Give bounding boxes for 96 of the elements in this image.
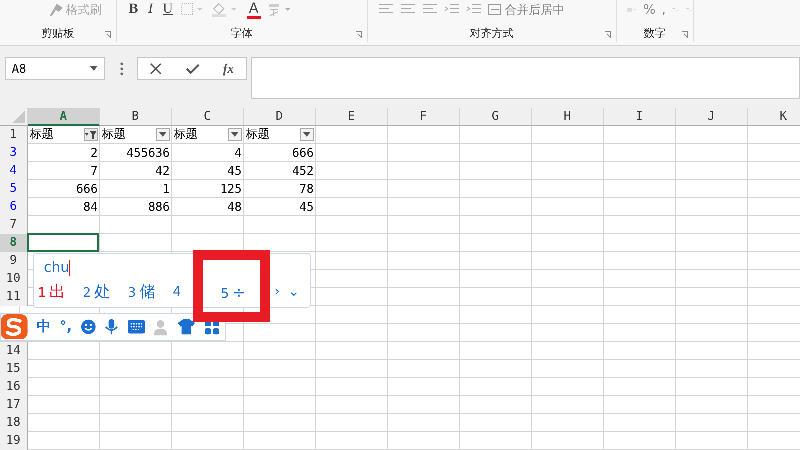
expand-button[interactable]: ⌄: [288, 284, 300, 300]
row-header[interactable]: 17: [0, 396, 28, 414]
column-header[interactable]: F: [388, 108, 460, 126]
column-header[interactable]: D: [244, 108, 316, 126]
table-cell: 455636: [126, 146, 170, 160]
row-header[interactable]: 11: [0, 288, 28, 306]
table-cell: 标题: [102, 126, 126, 143]
group-label: 对齐方式: [470, 26, 514, 40]
table-cell: 84: [84, 200, 98, 214]
table-cell: 标题: [246, 126, 270, 143]
group-label: 字体: [231, 26, 253, 40]
dialog-launcher-icon[interactable]: [604, 31, 612, 39]
name-box[interactable]: A8: [5, 57, 105, 80]
table-cell: 4: [234, 146, 242, 160]
dropdown-icon: [90, 66, 98, 71]
row-header[interactable]: 14: [0, 342, 28, 360]
shirt-icon[interactable]: [178, 319, 196, 335]
table-cell: 452: [292, 164, 314, 178]
row-header[interactable]: 7: [0, 216, 28, 234]
row-header[interactable]: 9: [0, 252, 28, 270]
table-cell: 标题: [174, 126, 198, 143]
candidate-item[interactable]: 4: [173, 284, 218, 300]
column-header[interactable]: H: [532, 108, 604, 126]
row-header[interactable]: 8: [0, 234, 28, 252]
dialog-launcher-icon[interactable]: [355, 31, 363, 39]
row-header[interactable]: 4: [0, 162, 28, 180]
candidate-item[interactable]: 5 ÷: [221, 282, 246, 302]
underline-button[interactable]: U: [161, 2, 176, 18]
microphone-icon[interactable]: [105, 318, 119, 336]
column-header[interactable]: E: [316, 108, 388, 126]
active-cell[interactable]: [27, 233, 99, 252]
brush-icon: [48, 3, 64, 17]
table-cell: 886: [148, 200, 170, 214]
group-label: 数字: [644, 26, 666, 40]
apps-icon[interactable]: [204, 320, 219, 334]
filter-button[interactable]: [156, 128, 170, 141]
dropdown-icon: [159, 132, 167, 137]
column-header[interactable]: I: [604, 108, 676, 126]
more-icon[interactable]: [120, 62, 124, 76]
dropdown-icon: [303, 132, 311, 137]
dialog-launcher-icon[interactable]: [681, 31, 689, 39]
corner-triangle-icon: [13, 111, 25, 123]
merge-icon: [488, 4, 502, 16]
font-color-button[interactable]: A: [247, 2, 261, 18]
check-icon[interactable]: [186, 62, 200, 74]
filter-icon: [85, 130, 97, 140]
row-header[interactable]: 1: [0, 126, 28, 144]
table-cell: 666: [76, 182, 98, 196]
filter-button[interactable]: [228, 128, 242, 141]
row-header[interactable]: 6: [0, 198, 28, 216]
column-header[interactable]: C: [172, 108, 244, 126]
table-cell: 1: [162, 182, 170, 196]
smiley-icon[interactable]: [81, 319, 96, 335]
row-header[interactable]: 5: [0, 180, 28, 198]
filter-button[interactable]: [300, 128, 314, 141]
insert-function-button[interactable]: fx: [223, 60, 234, 76]
row-header[interactable]: 18: [0, 414, 28, 432]
table-cell: 7: [90, 164, 98, 178]
table-cell: 42: [156, 164, 170, 178]
column-header[interactable]: B: [100, 108, 172, 126]
table-cell: 标题: [30, 126, 54, 143]
row-header[interactable]: 10: [0, 270, 28, 288]
candidate-item[interactable]: 3 储: [128, 282, 173, 302]
table-cell: 45: [300, 200, 314, 214]
italic-button[interactable]: I: [146, 2, 156, 18]
dialog-launcher-icon[interactable]: [104, 31, 112, 39]
column-header[interactable]: K: [748, 108, 800, 126]
group-label: 剪贴板: [42, 26, 74, 40]
keyboard-icon[interactable]: [128, 320, 146, 334]
table-cell: 125: [220, 182, 242, 196]
candidate-item[interactable]: 1 出: [38, 282, 83, 302]
filter-button[interactable]: [84, 128, 98, 141]
close-icon[interactable]: [150, 62, 162, 74]
column-header[interactable]: J: [676, 108, 748, 126]
select-all-corner[interactable]: [0, 108, 28, 126]
table-cell: 2: [90, 146, 98, 160]
row-header[interactable]: 19: [0, 432, 28, 450]
row-header[interactable]: 3: [0, 144, 28, 162]
bold-button[interactable]: B: [127, 2, 140, 18]
row-header[interactable]: 16: [0, 378, 28, 396]
table-cell: 48: [228, 200, 242, 214]
column-header[interactable]: G: [460, 108, 532, 126]
logo-icon[interactable]: [1, 314, 28, 340]
candidate-item[interactable]: 2 处: [83, 282, 128, 302]
table-cell: 666: [292, 146, 314, 160]
next-page-button[interactable]: ›: [274, 284, 280, 300]
table-cell: 78: [300, 182, 314, 196]
pinyin-input[interactable]: chu: [44, 260, 70, 276]
column-header[interactable]: A: [28, 108, 100, 126]
table-cell: 45: [228, 164, 242, 178]
dropdown-icon: [231, 132, 239, 137]
border-icon[interactable]: [181, 3, 206, 17]
ime-mode-button[interactable]: 中: [36, 318, 51, 336]
ime-mode-button[interactable]: °,: [60, 319, 72, 335]
formula-input[interactable]: [251, 57, 800, 99]
row-header[interactable]: 15: [0, 360, 28, 378]
